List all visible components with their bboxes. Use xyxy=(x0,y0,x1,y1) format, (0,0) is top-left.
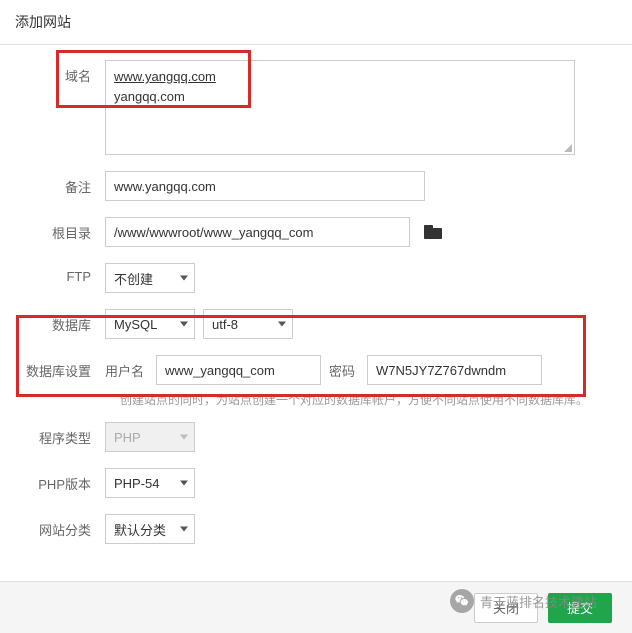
db-charset-value: utf-8 xyxy=(212,317,238,332)
phpver-value: PHP-54 xyxy=(114,476,160,491)
remark-label: 备注 xyxy=(10,171,105,196)
cancel-button[interactable]: 关闭 xyxy=(474,593,538,623)
ftp-label: FTP xyxy=(10,263,105,284)
chevron-down-icon xyxy=(180,322,188,327)
db-charset-select[interactable]: utf-8 xyxy=(203,309,293,339)
chevron-down-icon xyxy=(180,527,188,532)
db-label: 数据库 xyxy=(10,309,105,334)
domain-input[interactable]: www.yangqq.com yangqq.com xyxy=(105,60,575,155)
submit-button[interactable]: 提交 xyxy=(548,593,612,623)
dbset-label: 数据库设置 xyxy=(10,355,105,380)
root-label: 根目录 xyxy=(10,217,105,242)
ptype-label: 程序类型 xyxy=(10,422,105,447)
domain-line1: www.yangqq.com xyxy=(114,67,566,87)
chevron-down-icon xyxy=(180,481,188,486)
row-remark: 备注 xyxy=(10,171,602,201)
domain-label: 域名 xyxy=(10,60,105,85)
db-pwd-input[interactable] xyxy=(367,355,542,385)
cat-label: 网站分类 xyxy=(10,514,105,539)
row-root: 根目录 xyxy=(10,217,602,247)
phpver-select[interactable]: PHP-54 xyxy=(105,468,195,498)
row-site-category: 网站分类 默认分类 xyxy=(10,514,602,544)
folder-icon[interactable] xyxy=(424,225,442,239)
db-user-input[interactable] xyxy=(156,355,321,385)
ptype-select: PHP xyxy=(105,422,195,452)
cat-select[interactable]: 默认分类 xyxy=(105,514,195,544)
row-db-settings: 数据库设置 用户名 密码 xyxy=(10,355,602,385)
resize-handle-icon[interactable] xyxy=(564,144,572,152)
phpver-label: PHP版本 xyxy=(10,468,105,493)
db-pwd-label: 密码 xyxy=(329,361,359,380)
domain-line2: yangqq.com xyxy=(114,87,566,107)
chevron-down-icon xyxy=(180,435,188,440)
row-php-version: PHP版本 PHP-54 xyxy=(10,468,602,498)
root-input[interactable] xyxy=(105,217,410,247)
row-ftp: FTP 不创建 xyxy=(10,263,602,293)
db-user-label: 用户名 xyxy=(105,361,148,380)
dialog-title: 添加网站 xyxy=(0,0,632,45)
db-hint-text: 创建站点的同时，为站点创建一个对应的数据库帐户，方便不同站点使用不同数据库库。 xyxy=(120,391,602,408)
chevron-down-icon xyxy=(278,322,286,327)
db-engine-value: MySQL xyxy=(114,317,157,332)
row-domain: 域名 www.yangqq.com yangqq.com xyxy=(10,60,602,155)
remark-input[interactable] xyxy=(105,171,425,201)
ftp-select[interactable]: 不创建 xyxy=(105,263,195,293)
ptype-value: PHP xyxy=(114,430,141,445)
db-engine-select[interactable]: MySQL xyxy=(105,309,195,339)
form-body: 域名 www.yangqq.com yangqq.com 备注 根目录 FTP … xyxy=(0,45,632,570)
dialog-footer: 关闭 提交 xyxy=(0,581,632,633)
row-program-type: 程序类型 PHP xyxy=(10,422,602,452)
chevron-down-icon xyxy=(180,276,188,281)
ftp-select-value: 不创建 xyxy=(114,269,153,288)
row-database: 数据库 MySQL utf-8 xyxy=(10,309,602,339)
cat-value: 默认分类 xyxy=(114,520,166,539)
